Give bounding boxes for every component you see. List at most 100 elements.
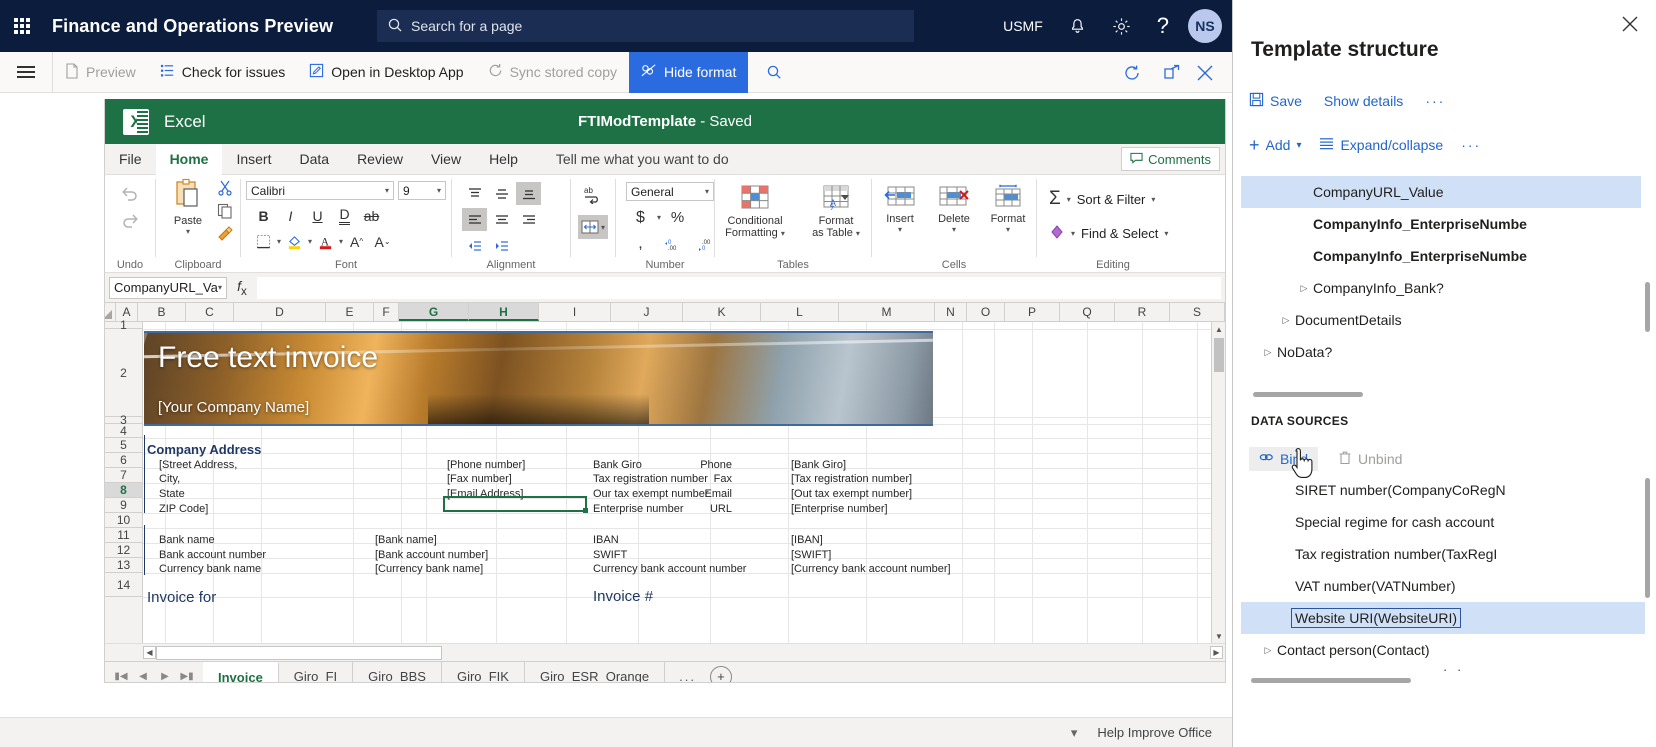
hide-format-button[interactable]: Hide format — [628, 51, 749, 93]
data-sources-horizontal-scroll-thumb[interactable] — [1251, 678, 1411, 683]
tree-node-3[interactable]: ▷ CompanyInfo_Bank? — [1241, 272, 1641, 304]
column-header-b[interactable]: B — [138, 303, 186, 321]
help-icon[interactable]: ? — [1144, 0, 1182, 52]
check-for-issues-button[interactable]: Check for issues — [148, 52, 297, 93]
insert-function-icon[interactable]: fx — [227, 278, 257, 298]
tab-help[interactable]: Help — [475, 144, 532, 174]
row-header-1[interactable]: 1 — [105, 319, 142, 331]
increase-font-size-button[interactable]: A ^ — [344, 230, 369, 253]
select-all-corner[interactable] — [105, 303, 116, 321]
vertical-scrollbar[interactable]: ▲ ▼ — [1211, 322, 1225, 643]
bind-button[interactable]: Bind — [1249, 447, 1319, 471]
tree-node-0[interactable]: CompanyURL_Value — [1241, 176, 1641, 208]
column-header-o[interactable]: O — [967, 303, 1005, 321]
tree-node-2[interactable]: CompanyInfo_EnterpriseNumbe — [1241, 240, 1641, 272]
chevron-down-icon[interactable]: ▾ — [856, 229, 860, 238]
row-header-8[interactable]: 8 — [105, 483, 142, 498]
row-header-4[interactable]: 4 — [105, 424, 142, 438]
chevron-down-icon[interactable]: ▾ — [186, 227, 190, 236]
app-launcher-icon[interactable] — [0, 18, 44, 34]
row-header-6[interactable]: 6 — [105, 453, 142, 468]
align-left-button[interactable] — [462, 208, 487, 231]
panel-secondary-overflow-button[interactable]: ··· — [1461, 137, 1481, 153]
row-header-7[interactable]: 7 — [105, 468, 142, 483]
bold-button[interactable]: B — [251, 204, 276, 227]
format-as-table-button[interactable]: AZ Format as Table ▾ — [803, 184, 869, 239]
row-header-10[interactable]: 10 — [105, 513, 142, 528]
tab-view[interactable]: View — [417, 144, 475, 174]
borders-button[interactable] — [251, 230, 276, 253]
first-sheet-arrow[interactable]: ▮◀ — [111, 666, 131, 682]
comments-button[interactable]: Comments — [1121, 147, 1220, 171]
strikethrough-button[interactable]: ab — [359, 204, 384, 227]
fill-color-button[interactable] — [282, 230, 307, 253]
find-select-icon[interactable] — [1049, 224, 1065, 243]
chevron-down-icon[interactable]: ▾ — [308, 237, 312, 246]
column-header-p[interactable]: P — [1005, 303, 1060, 321]
data-source-node-2[interactable]: Tax registration number(TaxRegI — [1241, 538, 1645, 570]
align-right-button[interactable] — [516, 208, 541, 231]
add-button[interactable]: + Add ▾ — [1249, 136, 1301, 154]
sync-stored-copy-button[interactable]: Sync stored copy — [476, 52, 629, 93]
row-header-5[interactable]: 5 — [105, 438, 142, 453]
find-select-button[interactable]: Find & Select — [1081, 226, 1158, 241]
accounting-format-button[interactable]: $ — [628, 206, 653, 229]
wrap-text-icon[interactable]: ab — [583, 184, 603, 207]
company-selector[interactable]: USMF — [990, 0, 1056, 52]
tree-node-5[interactable]: ▷ NoData? — [1241, 336, 1641, 368]
delete-cells-button[interactable]: Delete ▾ — [931, 184, 977, 234]
sheet-tab-invoice[interactable]: Invoice — [203, 661, 279, 682]
row-header-9[interactable]: 9 — [105, 498, 142, 513]
unbind-button[interactable]: Unbind — [1332, 446, 1408, 472]
close-icon[interactable] — [1192, 52, 1232, 93]
column-header-s[interactable]: S — [1170, 303, 1225, 321]
column-header-g[interactable]: G — [399, 303, 469, 321]
chevron-down-icon[interactable]: ▾ — [339, 237, 343, 246]
row-header-3[interactable]: 3 — [105, 414, 142, 426]
percent-format-button[interactable]: % — [665, 206, 690, 229]
command-search-icon[interactable] — [748, 52, 800, 93]
notifications-icon[interactable] — [1056, 0, 1099, 52]
last-sheet-arrow[interactable]: ▶▮ — [177, 666, 197, 682]
font-name-select[interactable]: Calibri ▾ — [246, 181, 394, 200]
row-header-14[interactable]: 14 — [105, 573, 142, 597]
data-source-node-0[interactable]: SIRET number(CompanyCoRegN — [1241, 474, 1645, 506]
add-sheet-button[interactable]: + — [709, 665, 732, 682]
column-header-c[interactable]: C — [186, 303, 234, 321]
align-top-button[interactable] — [462, 182, 487, 205]
copy-icon[interactable] — [217, 203, 233, 222]
scroll-up-arrow[interactable]: ▲ — [1212, 322, 1225, 336]
column-header-r[interactable]: R — [1115, 303, 1170, 321]
format-cells-button[interactable]: Format ▾ — [985, 184, 1031, 234]
expand-collapse-button[interactable]: Expand/collapse — [1319, 137, 1443, 153]
tab-review[interactable]: Review — [343, 144, 417, 174]
format-painter-icon[interactable] — [217, 226, 233, 245]
cut-icon[interactable] — [217, 180, 233, 199]
row-header-11[interactable]: 11 — [105, 528, 142, 543]
tree-vertical-scrollbar[interactable] — [1645, 176, 1650, 396]
chevron-right-icon[interactable]: ▷ — [1295, 283, 1313, 294]
row-header-12[interactable]: 12 — [105, 543, 142, 558]
autosum-icon[interactable]: Σ — [1049, 188, 1061, 210]
avatar[interactable]: NS — [1188, 9, 1222, 43]
navigation-menu-icon[interactable] — [0, 52, 52, 93]
status-chevron-icon[interactable]: ▾ — [1071, 725, 1078, 741]
tab-data[interactable]: Data — [285, 144, 343, 174]
paste-button[interactable]: Paste ▾ — [163, 178, 213, 236]
tree-node-4[interactable]: ▷ DocumentDetails — [1241, 304, 1641, 336]
column-header-l[interactable]: L — [761, 303, 839, 321]
data-source-node-4[interactable]: Website URI(WebsiteURI) — [1241, 602, 1645, 634]
popout-icon[interactable] — [1152, 52, 1192, 93]
next-sheet-arrow[interactable]: ▶ — [155, 666, 175, 682]
chevron-right-icon[interactable]: ▷ — [1259, 645, 1277, 656]
comma-format-button[interactable]: , — [628, 232, 653, 255]
undo-icon[interactable] — [120, 184, 140, 205]
chevron-down-icon[interactable]: ▾ — [1067, 195, 1071, 204]
column-header-h[interactable]: H — [469, 303, 539, 321]
sort-filter-button[interactable]: Sort & Filter — [1077, 192, 1146, 207]
fill-handle[interactable] — [583, 508, 588, 513]
name-box[interactable]: CompanyURL_Va ▾ — [109, 276, 227, 299]
sheet-tab-giro-fik[interactable]: Giro_FIK — [442, 661, 525, 682]
chevron-right-icon[interactable]: ▷ — [1259, 347, 1277, 358]
chevron-down-icon[interactable]: ▾ — [1006, 225, 1010, 234]
